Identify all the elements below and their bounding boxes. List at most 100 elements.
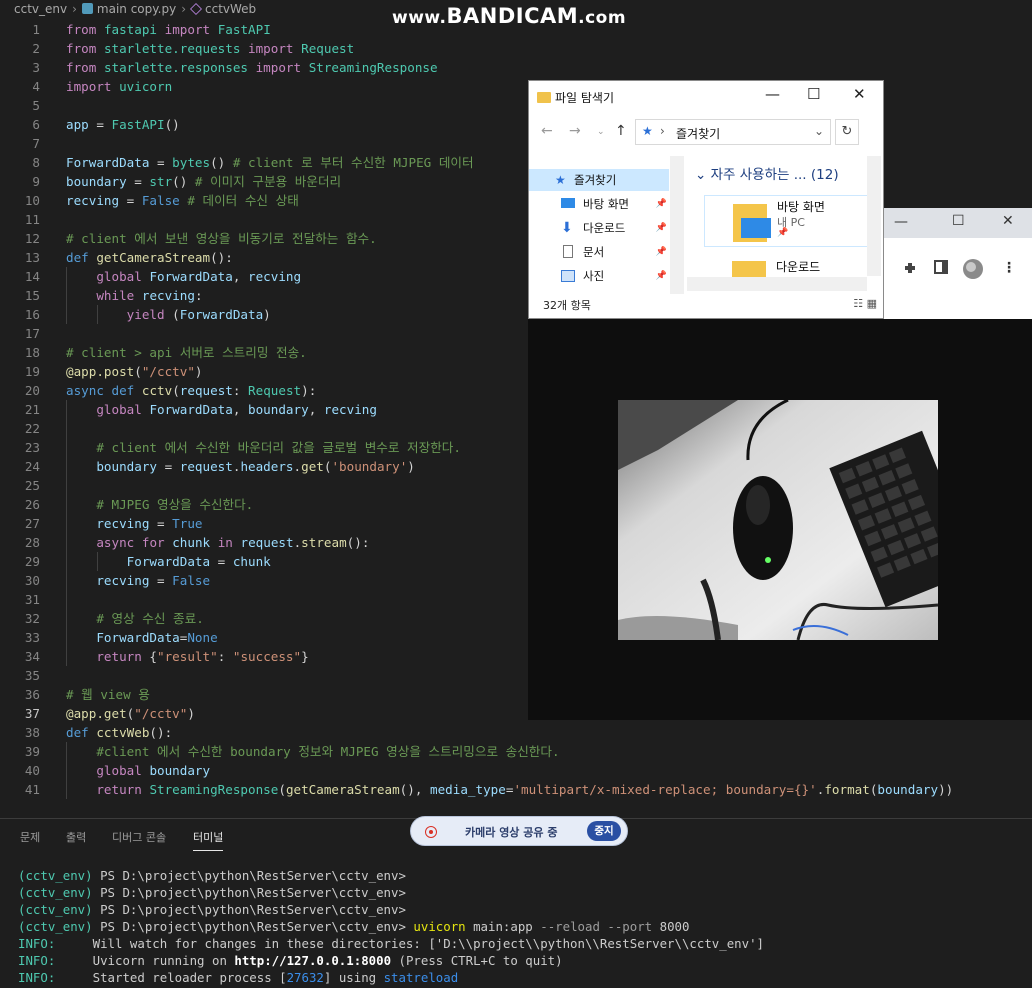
pin-icon: 📌 [777,228,789,238]
chevron-right-icon: › [660,124,665,138]
python-file-icon [81,3,93,14]
navigation-pane: ★ 즐겨찾기 바탕 화면 📌 ⬇ 다운로드 📌 문서 📌 사진 📌 [529,169,685,291]
explorer-title: 파일 탐색기 [537,89,614,106]
terminal-line: INFO: Uvicorn running on http://127.0.0.… [18,953,563,968]
code-line[interactable]: 1 from fastapi import FastAPI [0,20,1032,39]
line-number: 22 [24,421,40,436]
line-number: 33 [24,630,40,645]
close-icon[interactable]: ✕ [853,85,866,103]
nav-item-desktop[interactable]: 바탕 화면 📌 [529,193,669,215]
line-number: 36 [24,687,40,702]
line-number: 15 [24,288,40,303]
code-text: global ForwardData, boundary, recving [96,402,377,417]
line-number: 32 [24,611,40,626]
code-text: return StreamingResponse(getCameraStream… [96,782,954,797]
line-number: 25 [24,478,40,493]
line-number: 24 [24,459,40,474]
camera-sharing-label: 카메라 영상 공유 중 [465,826,558,839]
stop-sharing-button[interactable]: 중지 [587,821,621,841]
pin-icon: 📌 [655,247,667,257]
line-number: 1 [32,22,40,37]
code-text: ForwardData = bytes() # client 로 부터 수신한 … [66,155,474,170]
recent-dropdown-icon[interactable]: ⌄ [597,127,605,137]
line-number: 34 [24,649,40,664]
tab-problems[interactable]: 문제 [20,829,40,845]
horizontal-scrollbar[interactable] [687,277,867,291]
chevron-down-icon: ⌄ [695,167,707,183]
indent-guide [66,400,67,666]
tab-debug-console[interactable]: 디버그 콘솔 [112,829,166,845]
line-number: 14 [24,269,40,284]
indent-guide [66,267,67,324]
code-text: def cctvWeb(): [66,725,173,740]
code-text: recving = False [96,573,211,588]
code-line[interactable]: 2 from starlette.requests import Request [0,39,1032,58]
code-text: recving = False # 데이터 수신 상태 [66,193,299,208]
breadcrumb-symbol[interactable]: cctvWeb [205,2,256,16]
line-number: 17 [24,326,40,341]
code-line[interactable]: 39 #client 에서 수신한 boundary 정보와 MJPEG 영상을… [0,742,1032,761]
indent-guide [96,305,98,324]
nav-item-pictures[interactable]: 사진 📌 [529,265,669,287]
terminal-output[interactable]: (cctv_env) PS D:\project\python\RestServ… [18,867,764,986]
nav-item-downloads[interactable]: ⬇ 다운로드 📌 [529,217,669,239]
line-number: 16 [24,307,40,322]
code-text: # 웹 view 용 [66,687,150,702]
line-number: 9 [32,174,40,189]
close-icon[interactable]: ✕ [1002,213,1014,229]
line-number: 3 [32,60,40,75]
code-line[interactable]: 38 def cctvWeb(): [0,723,1032,742]
more-menu-icon[interactable]: ⋮ [1002,260,1016,276]
refresh-button[interactable]: ↻ [835,119,859,145]
terminal-line: (cctv_env) PS D:\project\python\RestServ… [18,885,406,900]
profile-avatar-icon[interactable] [962,258,984,280]
code-text: boundary = str() # 이미지 구분용 바운더리 [66,174,342,189]
chevron-down-icon[interactable]: ⌄ [814,124,824,138]
breadcrumb-file[interactable]: main copy.py [97,2,176,16]
picture-icon [561,270,575,282]
line-number: 21 [24,402,40,417]
code-text: @app.post("/cctv") [66,364,203,379]
line-number: 10 [24,193,40,208]
content-pane: ⌄ 자주 사용하는 ... (12) 바탕 화면 내 PC 📌 다운로드 [689,159,867,277]
breadcrumb-folder[interactable]: cctv_env [14,2,67,16]
code-text: ForwardData=None [96,630,218,645]
side-panel-icon[interactable] [934,260,948,274]
up-arrow-icon[interactable]: ↑ [615,123,627,139]
line-number: 20 [24,383,40,398]
code-text: boundary = request.headers.get('boundary… [96,459,415,474]
forward-arrow-icon[interactable]: → [569,123,581,139]
file-tile-desktop[interactable]: 바탕 화면 내 PC 📌 [704,195,867,247]
pin-icon: 📌 [655,223,667,233]
minimize-icon[interactable]: — [894,214,908,230]
code-line[interactable]: 3 from starlette.responses import Streami… [0,58,1032,77]
tab-output[interactable]: 출력 [66,829,86,845]
line-number: 4 [32,79,40,94]
pin-icon: 📌 [655,199,667,209]
address-bar[interactable]: ★ › 즐겨찾기 ⌄ [635,119,831,145]
code-text: from fastapi import FastAPI [66,22,271,37]
code-line[interactable]: 40 global boundary [0,761,1032,780]
line-number: 31 [24,592,40,607]
tab-terminal[interactable]: 터미널 [193,829,224,851]
code-text: global boundary [96,763,211,778]
line-number: 8 [32,155,40,170]
view-toggle-icons[interactable]: ☷ ▦ [853,297,877,310]
file-tile-downloads[interactable]: 다운로드 [704,257,867,277]
code-text: # MJPEG 영상을 수신한다. [96,497,254,512]
nav-item-documents[interactable]: 문서 📌 [529,241,669,263]
line-number: 12 [24,231,40,246]
minimize-icon[interactable]: — [765,85,780,103]
section-header[interactable]: ⌄ 자주 사용하는 ... (12) [695,163,839,183]
indent-guide [96,552,98,571]
code-line[interactable]: 41 return StreamingResponse(getCameraStr… [0,780,1032,799]
nav-item-quick-access[interactable]: ★ 즐겨찾기 [529,169,669,191]
maximize-icon[interactable]: ☐ [952,213,965,229]
maximize-icon[interactable]: ☐ [807,85,820,103]
line-number: 5 [32,98,40,113]
content-scrollbar[interactable] [867,156,881,276]
code-text: global ForwardData, recving [96,269,302,284]
back-arrow-icon[interactable]: ← [541,123,553,139]
record-icon [425,826,437,838]
extensions-icon[interactable] [902,260,918,276]
